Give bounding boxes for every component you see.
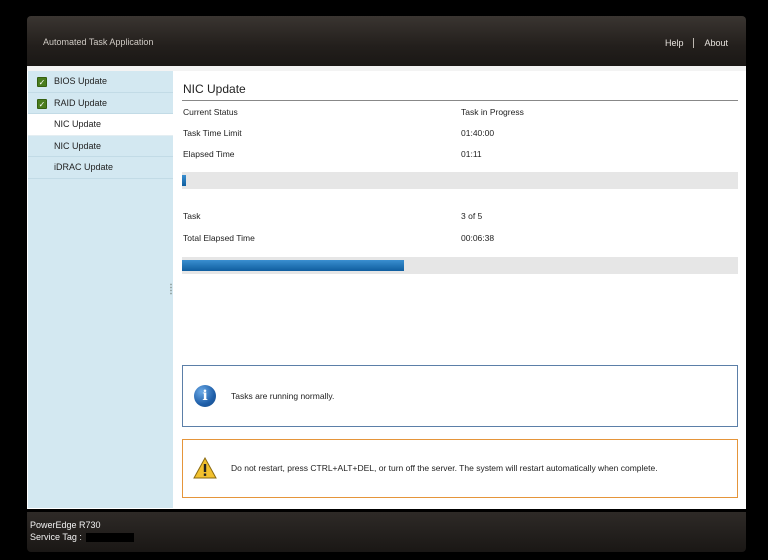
sidebar-item-label: iDRAC Update	[54, 162, 114, 173]
app-header: Automated Task Application Help About	[27, 16, 746, 66]
check-icon: ✓	[37, 98, 47, 109]
link-separator	[693, 38, 695, 48]
sidebar-item-nic-update[interactable]: NIC Update	[28, 136, 173, 157]
service-tag-redacted	[85, 532, 134, 542]
info-icon: i	[194, 385, 216, 407]
overall-progress-bar	[182, 257, 738, 274]
total-elapsed-value: 00:06:38	[461, 233, 495, 243]
app-title: Automated Task Application	[43, 37, 154, 47]
info-message-text: Tasks are running normally.	[231, 391, 335, 401]
server-model: PowerEdge R730	[30, 520, 101, 530]
sidebar-item-label: RAID Update	[54, 97, 108, 108]
time-limit-value: 01:40:00	[461, 128, 495, 138]
info-message-box: i Tasks are running normally.	[182, 365, 738, 427]
sidebar-item-label: NIC Update	[54, 140, 102, 151]
sidebar-item-label: NIC Update	[54, 119, 102, 130]
task-sidebar: ✓ BIOS Update ✓ RAID Update NIC Update N…	[28, 71, 173, 508]
current-status-value: Task in Progress	[461, 107, 524, 117]
title-divider	[182, 100, 738, 101]
warning-icon	[193, 457, 217, 479]
sidebar-item-label: BIOS Update	[54, 76, 108, 87]
elapsed-time-label: Elapsed Time	[183, 149, 235, 159]
overall-progress-fill	[182, 260, 404, 271]
header-links: Help About	[665, 38, 728, 48]
task-progress-bar	[182, 172, 738, 189]
check-icon: ✓	[37, 77, 47, 87]
main-panel: NIC Update Current Status Task in Progre…	[175, 71, 746, 508]
service-tag: Service Tag :	[30, 532, 134, 542]
app-footer: PowerEdge R730 Service Tag :	[27, 512, 746, 552]
sidebar-resize-handle[interactable]	[170, 283, 172, 295]
about-link[interactable]: About	[704, 38, 728, 48]
sidebar-item-raid-update[interactable]: ✓ RAID Update	[28, 93, 173, 114]
current-status-label: Current Status	[183, 107, 238, 117]
sidebar-item-bios-update[interactable]: ✓ BIOS Update	[28, 71, 173, 93]
warning-message-text: Do not restart, press CTRL+ALT+DEL, or t…	[231, 463, 658, 473]
help-link[interactable]: Help	[665, 38, 684, 48]
task-count-value: 3 of 5	[461, 211, 483, 221]
sidebar-item-nic-update-active[interactable]: NIC Update	[28, 114, 173, 136]
time-limit-label: Task Time Limit	[183, 128, 242, 138]
task-count-label: Task	[183, 211, 201, 221]
elapsed-time-value: 01:11	[461, 149, 482, 159]
total-elapsed-label: Total Elapsed Time	[183, 233, 255, 243]
warning-message-box: Do not restart, press CTRL+ALT+DEL, or t…	[182, 439, 738, 498]
sidebar-item-idrac-update[interactable]: iDRAC Update	[28, 157, 173, 179]
task-progress-fill	[182, 175, 186, 186]
page-title: NIC Update	[183, 82, 246, 96]
service-tag-label: Service Tag :	[30, 532, 82, 542]
